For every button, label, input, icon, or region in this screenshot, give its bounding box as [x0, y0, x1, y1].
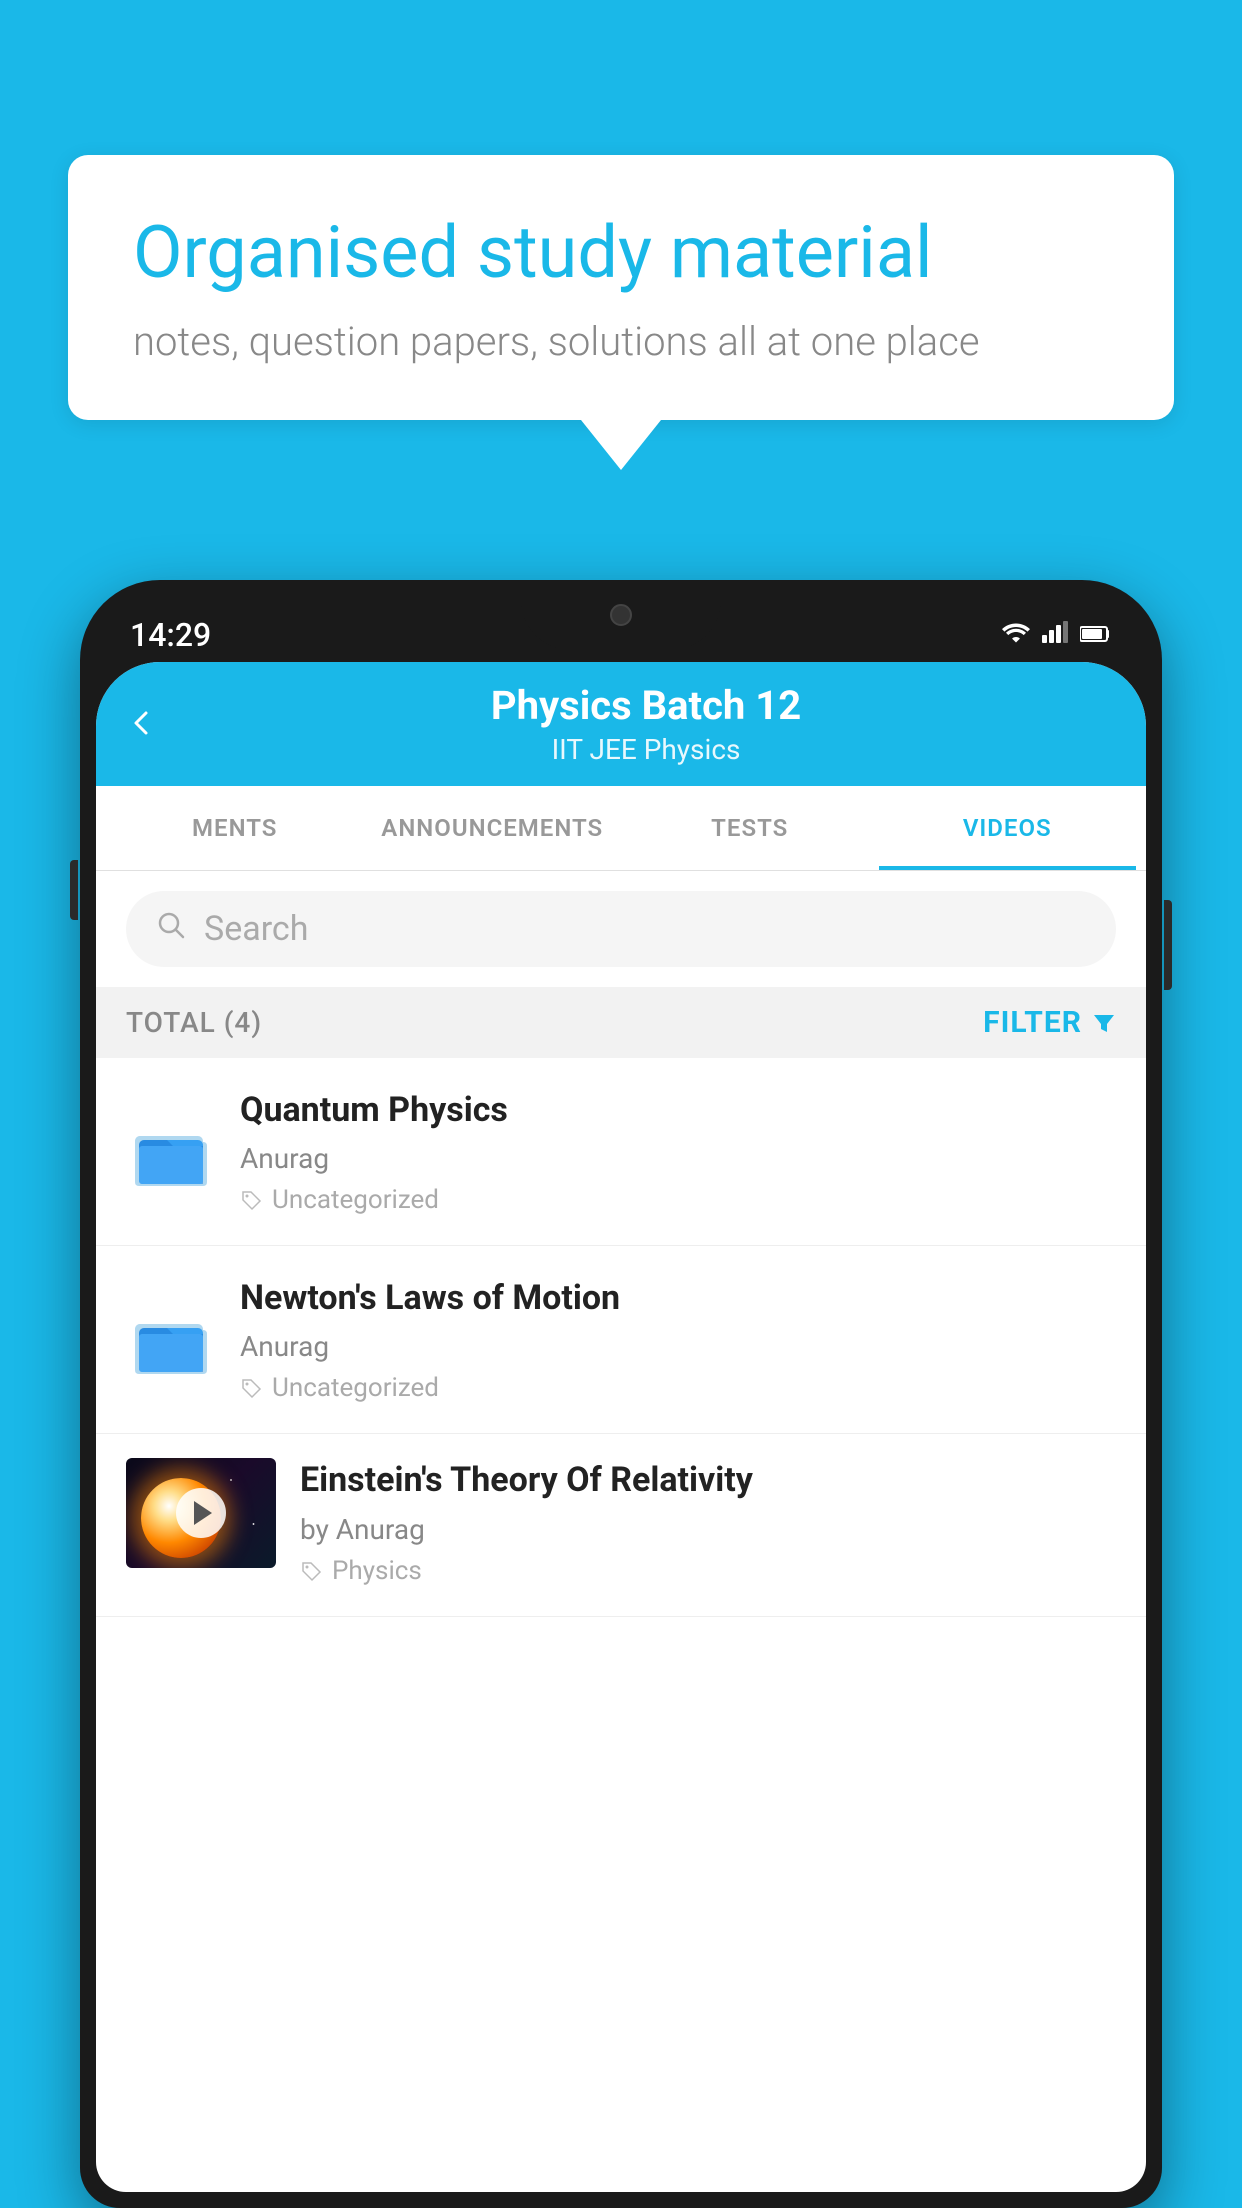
tab-videos[interactable]: VIDEOS — [879, 786, 1137, 870]
total-count: TOTAL (4) — [126, 1006, 262, 1039]
filter-label: FILTER — [983, 1005, 1082, 1040]
video-tag: Physics — [300, 1556, 1116, 1586]
search-input-wrapper[interactable]: Search — [126, 891, 1116, 967]
list-item[interactable]: Einstein's Theory Of Relativity by Anura… — [96, 1434, 1146, 1616]
status-bar: 14:29 — [80, 580, 1162, 670]
video-info: Einstein's Theory Of Relativity by Anura… — [300, 1458, 1116, 1585]
status-icons — [1002, 620, 1112, 650]
tag-label: Uncategorized — [272, 1185, 439, 1215]
signal-icon — [1042, 620, 1068, 650]
filter-bar: TOTAL (4) FILTER — [96, 987, 1146, 1058]
tag-label: Uncategorized — [272, 1373, 439, 1403]
video-title: Quantum Physics — [240, 1088, 1116, 1132]
phone-frame: 14:29 — [80, 580, 1162, 2208]
tag-label: Physics — [332, 1556, 422, 1586]
video-author: Anurag — [240, 1330, 1116, 1363]
list-item[interactable]: Quantum Physics Anurag Uncategorized — [96, 1058, 1146, 1246]
header-center: Physics Batch 12 IIT JEE Physics — [176, 682, 1116, 766]
video-title: Einstein's Theory Of Relativity — [300, 1458, 1116, 1502]
batch-title: Physics Batch 12 — [176, 682, 1116, 729]
back-button[interactable] — [126, 701, 156, 748]
power-button[interactable] — [1164, 900, 1172, 990]
video-thumbnail — [126, 1458, 276, 1568]
video-title: Newton's Laws of Motion — [240, 1276, 1116, 1320]
video-tag: Uncategorized — [240, 1185, 1116, 1215]
video-author: Anurag — [240, 1142, 1116, 1175]
speech-bubble-arrow — [581, 420, 661, 470]
search-icon — [156, 909, 186, 949]
volume-up-button[interactable] — [70, 860, 78, 920]
video-author: by Anurag — [300, 1513, 1116, 1546]
phone-notch — [521, 580, 721, 650]
video-tag: Uncategorized — [240, 1373, 1116, 1403]
tab-announcements[interactable]: ANNOUNCEMENTS — [364, 786, 622, 870]
speech-bubble: Organised study material notes, question… — [68, 155, 1174, 420]
tab-tests[interactable]: TESTS — [621, 786, 879, 870]
search-bar-container: Search — [96, 871, 1146, 987]
speech-bubble-title: Organised study material — [133, 210, 1109, 296]
battery-icon — [1080, 620, 1112, 650]
video-list: Quantum Physics Anurag Uncategorized — [96, 1058, 1146, 1617]
speech-bubble-subtitle: notes, question papers, solutions all at… — [133, 318, 1109, 365]
batch-subtitle: IIT JEE Physics — [176, 733, 1116, 766]
tab-ments[interactable]: MENTS — [106, 786, 364, 870]
phone-time: 14:29 — [130, 616, 211, 654]
front-camera — [610, 604, 632, 626]
wifi-icon — [1002, 620, 1030, 650]
play-button[interactable] — [176, 1488, 226, 1538]
app-header: Physics Batch 12 IIT JEE Physics — [96, 662, 1146, 786]
folder-icon — [126, 1295, 216, 1385]
filter-button[interactable]: FILTER — [983, 1005, 1116, 1040]
video-info: Quantum Physics Anurag Uncategorized — [240, 1088, 1116, 1215]
phone-screen: Physics Batch 12 IIT JEE Physics MENTS A… — [96, 662, 1146, 2192]
list-item[interactable]: Newton's Laws of Motion Anurag Uncategor… — [96, 1246, 1146, 1434]
tab-bar: MENTS ANNOUNCEMENTS TESTS VIDEOS — [96, 786, 1146, 871]
folder-icon — [126, 1107, 216, 1197]
video-info: Newton's Laws of Motion Anurag Uncategor… — [240, 1276, 1116, 1403]
speech-bubble-container: Organised study material notes, question… — [68, 155, 1174, 470]
search-input[interactable]: Search — [204, 909, 308, 949]
